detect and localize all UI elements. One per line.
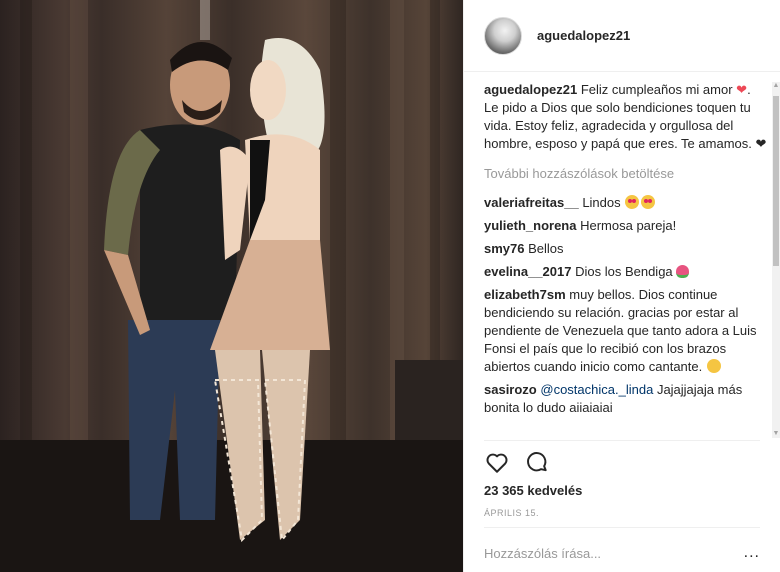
caption: aguedalopez21 Feliz cumpleaños mi amor ❤…	[484, 81, 768, 153]
heart-eyes-emoji-icon	[625, 195, 640, 209]
red-heart-icon: ❤	[736, 82, 748, 97]
comment-username[interactable]: evelina__2017	[484, 264, 571, 279]
likes-count[interactable]: 23 365 kedvelés	[484, 483, 582, 498]
comment-username[interactable]: yulieth_norena	[484, 218, 576, 233]
scroll-up-icon[interactable]: ▲	[772, 82, 780, 90]
post-date: ÁPRILIS 15.	[484, 508, 540, 518]
list-item: valeriafreitas__ Lindos	[484, 194, 768, 212]
comment-mention-link[interactable]: @costachica._linda	[540, 382, 653, 397]
list-item: yulieth_norena Hermosa pareja!	[484, 217, 768, 235]
comment-text: Dios los Bendiga	[575, 264, 673, 279]
post-details-panel: aguedalopez21 aguedalopez21 Feliz cumple…	[463, 0, 780, 572]
comment-text: Bellos	[528, 241, 564, 256]
comment-username[interactable]: smy76	[484, 241, 524, 256]
comment-text: Hermosa pareja!	[580, 218, 677, 233]
comment-username[interactable]: sasirozo	[484, 382, 537, 397]
list-item: smy76 Bellos	[484, 240, 768, 258]
comment-username[interactable]: elizabeth7sm	[484, 287, 566, 302]
divider	[484, 440, 760, 441]
post-actions	[484, 449, 550, 475]
post-photo[interactable]	[0, 0, 463, 572]
more-options-icon[interactable]: ...	[744, 544, 760, 562]
post-header: aguedalopez21	[464, 0, 780, 72]
list-item: sasirozo @costachica._linda Jajajjajaja …	[484, 381, 768, 417]
caption-username[interactable]: aguedalopez21	[484, 82, 577, 97]
list-item: elizabeth7sm muy bellos. Dios continue b…	[484, 286, 768, 376]
photo-illustration	[0, 0, 463, 572]
heart-outline-icon[interactable]	[484, 449, 510, 475]
comment-input[interactable]	[484, 545, 744, 561]
comment-text: Lindos	[582, 195, 621, 210]
scroll-down-icon[interactable]: ▼	[772, 430, 780, 438]
divider	[484, 527, 760, 528]
add-comment-bar: ...	[484, 538, 760, 568]
smile-emoji-icon	[706, 359, 721, 373]
list-item: evelina__2017 Dios los Bendiga	[484, 263, 768, 281]
comments-list[interactable]: aguedalopez21 Feliz cumpleaños mi amor ❤…	[484, 81, 768, 440]
comments-scrollbar[interactable]: ▲ ▼	[772, 82, 780, 438]
heart-eyes-emoji-icon	[641, 195, 656, 209]
scrollbar-thumb[interactable]	[773, 96, 779, 266]
load-more-comments-link[interactable]: További hozzászólások betöltése	[484, 165, 768, 183]
caption-text-start: Feliz cumpleaños mi amor	[580, 82, 733, 97]
header-username[interactable]: aguedalopez21	[537, 28, 630, 43]
avatar[interactable]	[484, 16, 522, 55]
comment-bubble-icon[interactable]	[524, 449, 550, 475]
tulip-emoji-icon	[676, 265, 690, 278]
comment-username[interactable]: valeriafreitas__	[484, 195, 579, 210]
